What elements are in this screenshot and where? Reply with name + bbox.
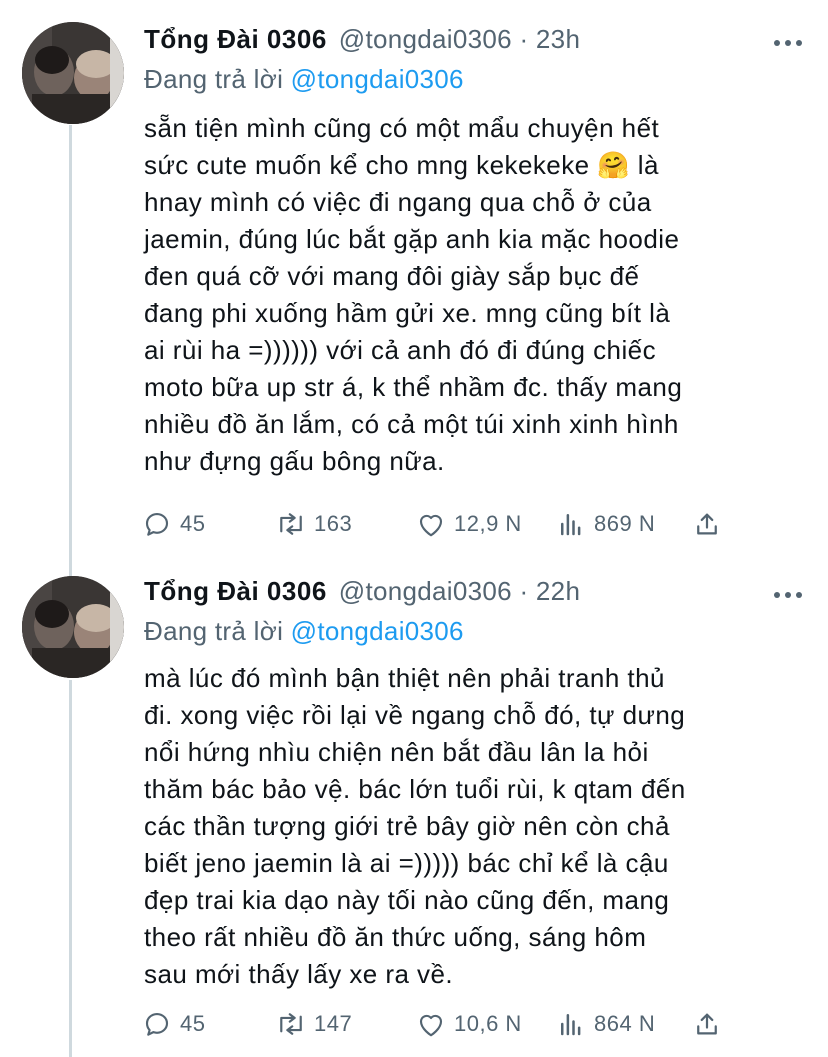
reply-count: 45 <box>180 1011 206 1036</box>
views-count: 864 N <box>594 1011 656 1036</box>
views-icon <box>554 1007 588 1041</box>
retweet-count: 147 <box>314 1011 353 1036</box>
replying-to: Đang trả lời @tongdai0306 <box>144 64 464 95</box>
tweet-text: sẵn tiện mình cũng có một mẩu chuyện hết… <box>144 113 683 476</box>
share-icon <box>690 1007 724 1041</box>
like-icon <box>414 507 448 541</box>
more-icon <box>774 592 802 598</box>
retweet-icon <box>274 1007 308 1041</box>
share-icon <box>690 507 724 541</box>
replying-to-label: Đang trả lời <box>144 64 291 94</box>
more-options-button[interactable] <box>768 580 808 610</box>
retweet-button[interactable]: 163 <box>274 504 352 544</box>
tweet-header: Tổng Đài 0306 @tongdai0306 · 22h <box>144 576 580 616</box>
replying-to: Đang trả lời @tongdai0306 <box>144 616 464 647</box>
share-button[interactable] <box>690 1004 724 1044</box>
author-name[interactable]: Tổng Đài 0306 <box>144 576 327 607</box>
like-count: 12,9 N <box>454 511 522 536</box>
tweet[interactable]: Tổng Đài 0306 @tongdai0306 · 23h Đang tr… <box>0 0 828 560</box>
replying-to-mention[interactable]: @tongdai0306 <box>291 616 464 646</box>
views-count: 869 N <box>594 511 656 536</box>
retweet-button[interactable]: 147 <box>274 1004 352 1044</box>
avatar[interactable] <box>22 22 124 124</box>
tweet-actions: 45 147 10,6 N 864 N <box>140 1004 740 1044</box>
author-name[interactable]: Tổng Đài 0306 <box>144 24 327 55</box>
reply-icon <box>140 1007 174 1041</box>
like-button[interactable]: 12,9 N <box>414 504 522 544</box>
share-button[interactable] <box>690 504 724 544</box>
avatar[interactable] <box>22 576 124 678</box>
reply-button[interactable]: 45 <box>140 1004 205 1044</box>
reply-icon <box>140 507 174 541</box>
like-icon <box>414 1007 448 1041</box>
tweet-text: mà lúc đó mình bận thiệt nên phải tranh … <box>144 663 686 989</box>
replying-to-mention[interactable]: @tongdai0306 <box>291 64 464 94</box>
tweet[interactable]: Tổng Đài 0306 @tongdai0306 · 22h Đang tr… <box>0 560 828 1057</box>
replying-to-label: Đang trả lời <box>144 616 291 646</box>
author-handle-time[interactable]: @tongdai0306 · 22h <box>339 576 580 607</box>
retweet-icon <box>274 507 308 541</box>
tweet-header: Tổng Đài 0306 @tongdai0306 · 23h <box>144 24 580 64</box>
author-handle-time[interactable]: @tongdai0306 · 23h <box>339 24 580 55</box>
like-count: 10,6 N <box>454 1011 522 1036</box>
views-button[interactable]: 864 N <box>554 1004 655 1044</box>
reply-count: 45 <box>180 511 206 536</box>
more-icon <box>774 40 802 46</box>
views-icon <box>554 507 588 541</box>
reply-button[interactable]: 45 <box>140 504 205 544</box>
retweet-count: 163 <box>314 511 353 536</box>
like-button[interactable]: 10,6 N <box>414 1004 522 1044</box>
tweet-actions: 45 163 12,9 N 869 N <box>140 504 740 544</box>
more-options-button[interactable] <box>768 28 808 58</box>
views-button[interactable]: 869 N <box>554 504 655 544</box>
